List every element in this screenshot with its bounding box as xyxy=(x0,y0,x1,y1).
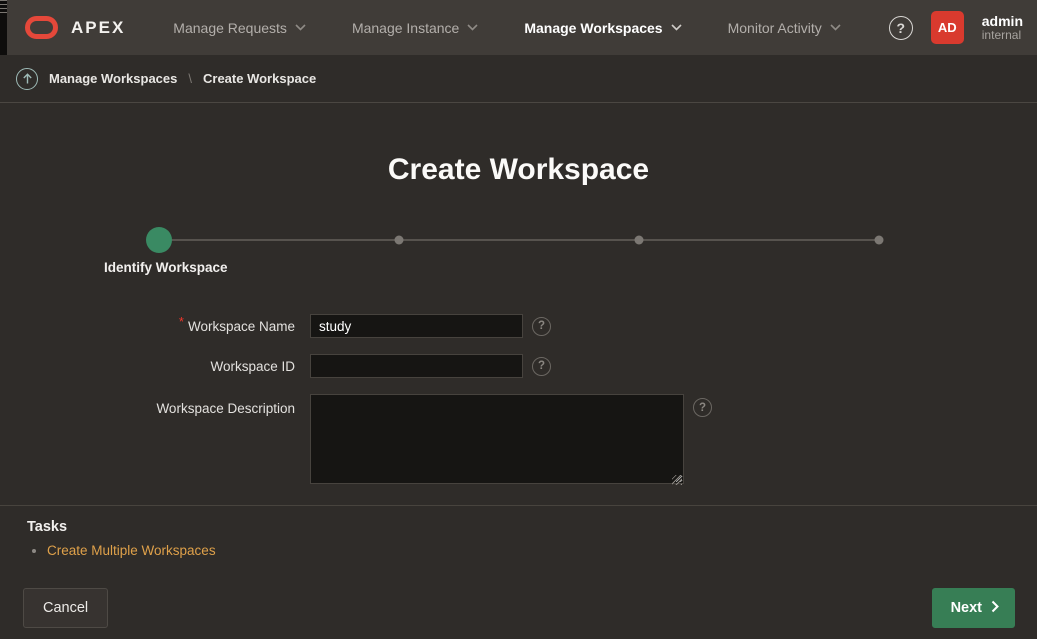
textarea-wrap xyxy=(310,394,684,489)
progress-track xyxy=(159,239,879,241)
current-step-label: Identify Workspace xyxy=(104,260,1037,275)
wizard-body: Create Workspace Identify Workspace *Wor… xyxy=(0,103,1037,505)
workspace-form: *Workspace Name ? Workspace ID ? Workspa… xyxy=(0,314,1037,489)
header-right: ? AD admin internal xyxy=(889,11,1023,44)
nav-monitor-activity[interactable]: Monitor Activity xyxy=(728,20,841,36)
next-button[interactable]: Next xyxy=(932,588,1015,628)
field-help-icon[interactable]: ? xyxy=(532,317,551,336)
workspace-name-input[interactable] xyxy=(310,314,523,338)
nav-label: Manage Requests xyxy=(173,20,287,36)
help-icon[interactable]: ? xyxy=(889,16,913,40)
up-arrow-icon[interactable] xyxy=(16,68,38,90)
tasks-title: Tasks xyxy=(27,519,1037,535)
oracle-logo-icon xyxy=(25,16,58,39)
chevron-down-icon xyxy=(295,24,306,31)
workspace-name-label: *Workspace Name xyxy=(0,319,310,334)
nav-label: Manage Workspaces xyxy=(524,20,662,36)
cancel-button[interactable]: Cancel xyxy=(23,588,108,628)
user-name: admin xyxy=(982,13,1023,29)
required-marker: * xyxy=(179,314,184,329)
left-edge-artifact xyxy=(0,0,7,55)
main-nav: Manage Requests Manage Instance Manage W… xyxy=(173,20,840,36)
page-title: Create Workspace xyxy=(0,151,1037,188)
label-text: Workspace ID xyxy=(210,359,295,374)
wizard-footer: Cancel Next xyxy=(0,575,1037,639)
form-row-workspace-name: *Workspace Name ? xyxy=(0,314,1037,338)
form-row-workspace-id: Workspace ID ? xyxy=(0,354,1037,378)
chevron-down-icon xyxy=(467,24,478,31)
label-text: Workspace Description xyxy=(156,401,295,416)
breadcrumb-separator: \ xyxy=(188,71,192,86)
breadcrumb-current: Create Workspace xyxy=(203,71,316,86)
nav-manage-workspaces[interactable]: Manage Workspaces xyxy=(524,20,681,36)
label-text: Workspace Name xyxy=(188,319,295,334)
nav-label: Monitor Activity xyxy=(728,20,822,36)
left-edge-stripes xyxy=(0,0,7,16)
tasks-list: Create Multiple Workspaces xyxy=(27,543,1037,558)
breadcrumb-parent[interactable]: Manage Workspaces xyxy=(49,71,177,86)
step-dot-current xyxy=(146,227,172,253)
avatar[interactable]: AD xyxy=(931,11,964,44)
nav-label: Manage Instance xyxy=(352,20,459,36)
tasks-panel: Tasks Create Multiple Workspaces xyxy=(0,505,1037,575)
workspace-description-label: Workspace Description xyxy=(0,394,310,416)
breadcrumb: Manage Workspaces \ Create Workspace xyxy=(0,55,1037,103)
create-multiple-workspaces-link[interactable]: Create Multiple Workspaces xyxy=(47,543,216,558)
task-item: Create Multiple Workspaces xyxy=(47,543,1037,558)
workspace-id-input[interactable] xyxy=(310,354,523,378)
chevron-down-icon xyxy=(830,24,841,31)
step-dot xyxy=(394,236,403,245)
chevron-down-icon xyxy=(671,24,682,31)
nav-manage-requests[interactable]: Manage Requests xyxy=(173,20,306,36)
field-help-icon[interactable]: ? xyxy=(532,357,551,376)
user-context: internal xyxy=(982,29,1023,43)
next-button-label: Next xyxy=(951,600,982,616)
wizard-progress xyxy=(159,227,879,253)
chevron-right-icon xyxy=(991,600,999,617)
workspace-description-textarea[interactable] xyxy=(310,394,684,484)
nav-manage-instance[interactable]: Manage Instance xyxy=(352,20,478,36)
form-row-workspace-description: Workspace Description ? xyxy=(0,394,1037,489)
step-dot xyxy=(875,236,884,245)
workspace-id-label: Workspace ID xyxy=(0,359,310,374)
step-dot xyxy=(635,236,644,245)
top-navbar: APEX Manage Requests Manage Instance Man… xyxy=(0,0,1037,55)
field-help-icon[interactable]: ? xyxy=(693,398,712,417)
create-workspace-page: APEX Manage Requests Manage Instance Man… xyxy=(0,0,1037,624)
user-info[interactable]: admin internal xyxy=(982,13,1023,43)
apex-brand: APEX xyxy=(71,18,125,38)
